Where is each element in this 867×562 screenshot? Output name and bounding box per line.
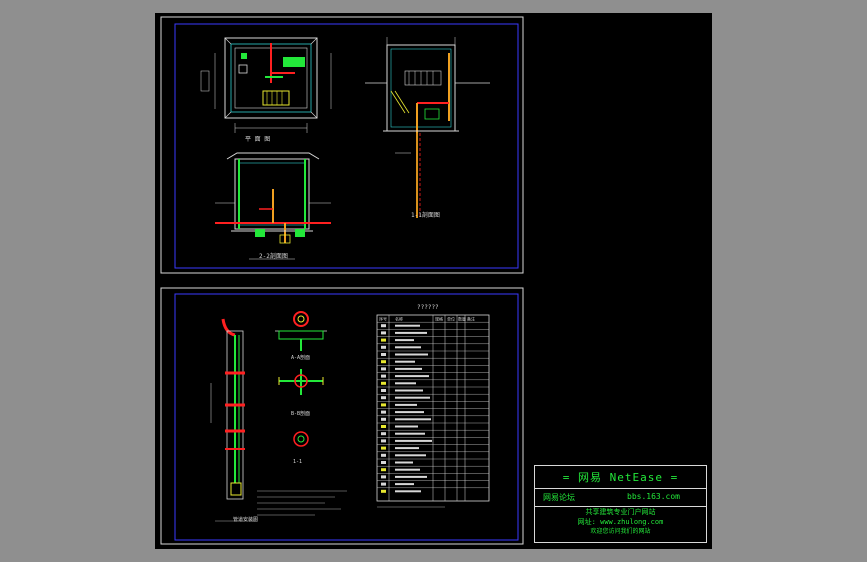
table-row-mark	[381, 439, 386, 443]
table-row-mark	[381, 475, 386, 479]
table-row-mark	[381, 468, 386, 472]
section-2-2-view: 2-2剖面图	[215, 152, 331, 260]
table-row-text	[395, 339, 414, 342]
site-line-2: 网址: www.zhulong.com	[577, 518, 664, 526]
drawing-canvas: 平 面 图 1-1剖面图 2-2剖面图 管道安装图 A-A剖面 B-B剖面 1-…	[155, 13, 712, 549]
table-row-mark	[381, 360, 386, 364]
detail-views: A-A剖面 B-B剖面 1-1	[257, 311, 347, 516]
table-row-text	[395, 418, 431, 421]
table-row-mark	[381, 324, 386, 328]
table-row-mark	[381, 396, 386, 400]
table-row-text	[395, 382, 416, 385]
table-row-mark	[381, 425, 386, 428]
table-row-text	[395, 346, 421, 349]
table-header-cell: 备注	[467, 316, 475, 322]
material-table: ?????? 序号 名称 规格 单位 数量 备注	[376, 304, 490, 508]
table-row-text	[395, 375, 429, 378]
plan-caption: 平 面 图	[245, 136, 270, 143]
table-row-text	[395, 454, 426, 457]
site-line-1: 共享建筑专业门户网站	[585, 508, 656, 516]
forum-row: 网易论坛 bbs.163.com	[535, 488, 706, 507]
table-row-text	[395, 468, 420, 471]
table-row-text	[395, 447, 419, 450]
pipe-riser-view: 管道安装图	[210, 318, 258, 523]
detail-a-caption: A-A剖面	[291, 354, 310, 361]
bottom-sheet-outer-frame	[160, 287, 524, 545]
table-row-text	[395, 396, 430, 399]
top-sheet-inner-frame	[174, 23, 519, 269]
brand-text: = 网易 NetEase =	[562, 471, 679, 484]
table-row-text	[395, 367, 422, 370]
table-row-text	[395, 353, 428, 356]
table-row-text	[395, 389, 423, 392]
table-row-mark	[381, 381, 386, 385]
table-row-mark	[381, 353, 386, 356]
table-row-mark	[381, 374, 386, 378]
site-info: 共享建筑专业门户网站 网址: www.zhulong.com 欢迎您访问我们的网…	[535, 507, 706, 537]
table-row-text	[395, 331, 427, 334]
table-row-mark	[381, 489, 386, 493]
section-1-1-view: 1-1剖面图	[365, 37, 490, 219]
table-title: ??????	[417, 304, 439, 311]
site-line-3: 欢迎您访问我们的网站	[590, 528, 651, 535]
table-row-mark	[381, 403, 386, 407]
section-1-caption: 1-1剖面图	[411, 211, 440, 219]
table-row-text	[395, 483, 414, 486]
table-row-mark	[381, 417, 386, 421]
table-header-cell: 序号	[379, 316, 387, 322]
title-block: = 网易 NetEase = 网易论坛 bbs.163.com 共享建筑专业门户…	[534, 465, 707, 543]
table-row-text	[395, 490, 421, 493]
forum-name: 网易论坛	[543, 493, 575, 502]
table-row-text	[395, 360, 415, 363]
plan-view: 平 面 图	[200, 37, 332, 143]
table-row-mark	[381, 461, 386, 464]
table-row-mark	[381, 389, 386, 392]
table-row-mark	[381, 338, 386, 342]
table-row-text	[395, 403, 417, 406]
table-header-cell: 规格	[435, 316, 443, 322]
table-row-mark	[381, 345, 386, 349]
table-row-mark	[381, 453, 386, 457]
table-row-text	[395, 432, 425, 435]
table-row-mark	[381, 482, 386, 486]
detail-b-caption: B-B剖面	[291, 410, 310, 417]
table-row-text	[395, 411, 424, 414]
table-row-mark	[381, 446, 386, 450]
table-header-cell: 名称	[395, 316, 403, 322]
table-row-mark	[381, 410, 386, 414]
forum-url: bbs.163.com	[627, 492, 680, 501]
table-row-text	[395, 425, 418, 428]
brand-row: = 网易 NetEase =	[535, 466, 706, 489]
table-row-mark	[381, 367, 386, 371]
table-row-text	[395, 324, 420, 327]
detail-c-caption: 1-1	[293, 459, 302, 465]
pipe-caption: 管道安装图	[233, 516, 258, 523]
table-row-text	[395, 475, 427, 478]
table-row-mark	[381, 331, 386, 335]
table-row-text	[395, 461, 413, 464]
table-row-text	[395, 439, 432, 442]
table-header-cell: 单位	[447, 316, 455, 322]
table-row-mark	[381, 432, 386, 436]
top-sheet-outer-frame	[160, 16, 524, 274]
